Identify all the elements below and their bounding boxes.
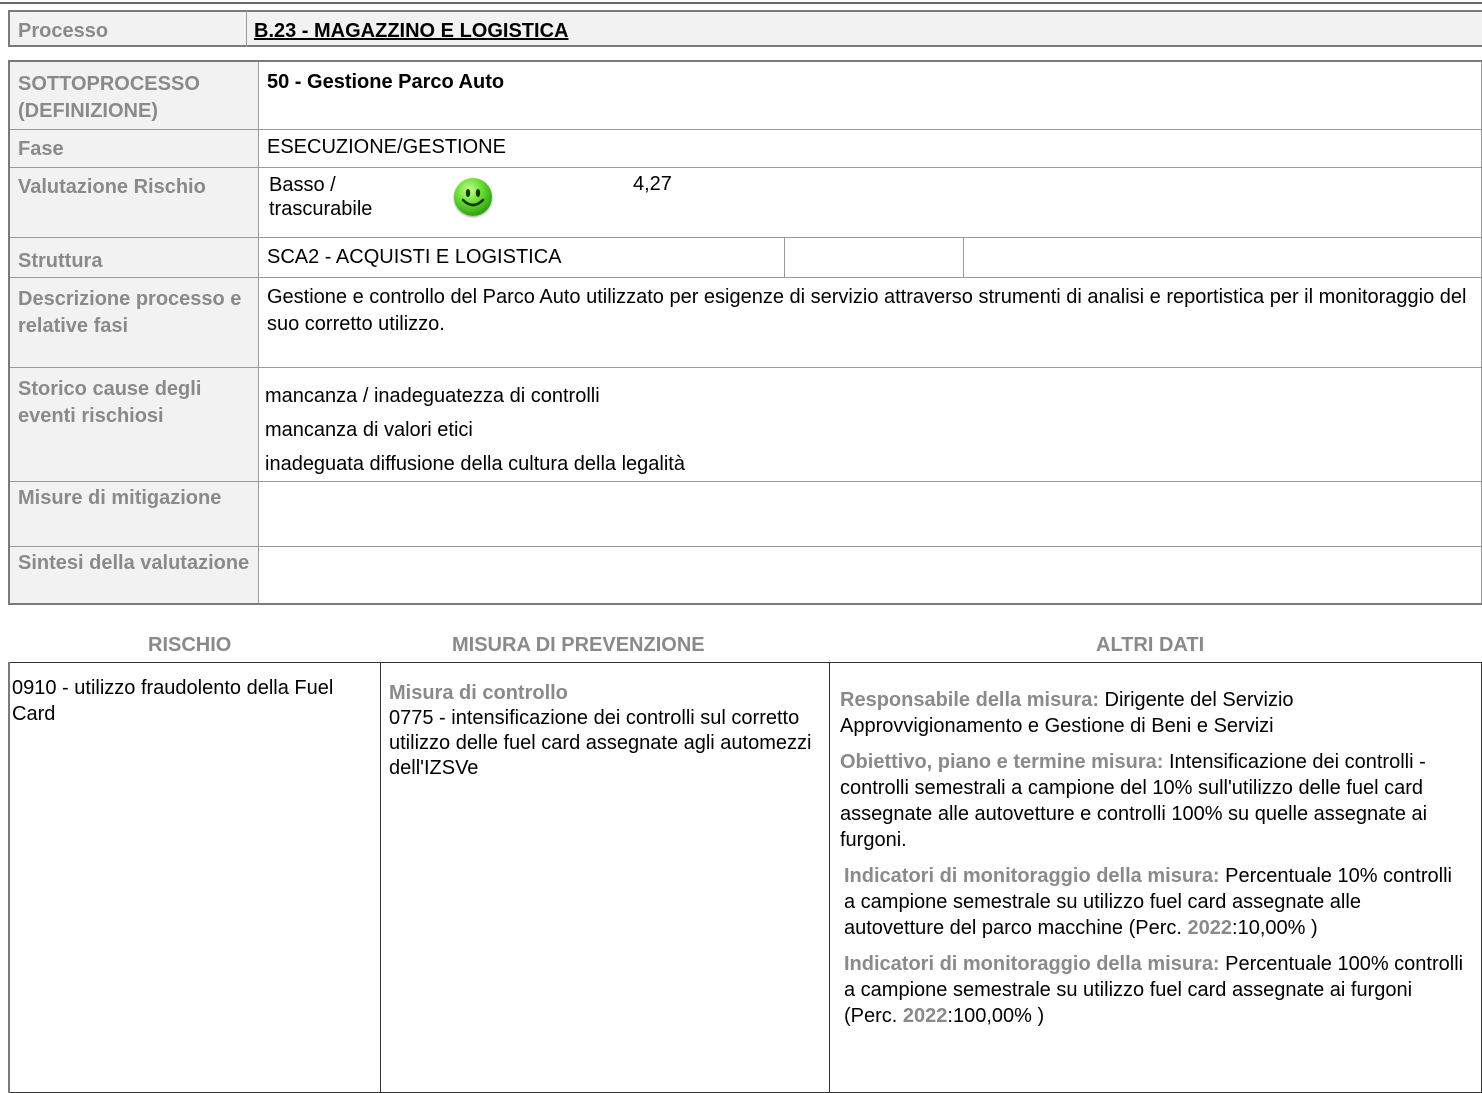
indicatore-block: Indicatori di monitoraggio della misura:… [840, 951, 1465, 1029]
storico-item: mancanza di valori etici [265, 418, 473, 441]
process-details-table: SOTTOPROCESSO (DEFINIZIONE) 50 - Gestion… [8, 60, 1482, 605]
header-misura: MISURA DI PREVENZIONE [452, 634, 705, 656]
indicatore-block: Indicatori di monitoraggio della misura:… [840, 863, 1465, 941]
indicatore-label: Indicatori di monitoraggio della misura: [844, 953, 1220, 975]
struttura-empty-cell-1 [784, 236, 964, 278]
misura-testo: 0775 - intensificazione dei controlli su… [389, 707, 812, 779]
indicatore-label: Indicatori di monitoraggio della misura: [844, 865, 1220, 887]
rischio-text: 0910 - utilizzo fraudolento della Fuel C… [12, 677, 334, 725]
misura-tipo: Misura di controllo [389, 682, 568, 704]
storico-item: mancanza / inadeguatezza di controlli [265, 384, 600, 407]
fase-label: Fase [8, 128, 259, 168]
sottoprocesso-value: 50 - Gestione Parco Auto [267, 71, 505, 93]
smiley-green-icon [454, 177, 492, 216]
indicatore-year: 2022 [902, 1005, 948, 1027]
measures-header-row: RISCHIO MISURA DI PREVENZIONE ALTRI DATI [0, 627, 1482, 662]
responsabile-label: Responsabile della misura: [840, 689, 1099, 711]
sintesi-label: Sintesi della valutazione [8, 545, 259, 605]
storico-label: Storico cause degli eventi rischiosi [8, 366, 259, 482]
misure-label: Misure di mitigazione [8, 480, 259, 547]
fase-value: ESECUZIONE/GESTIONE [267, 135, 506, 158]
rischio-cell: 0910 - utilizzo fraudolento della Fuel C… [8, 662, 381, 1093]
header-rischio: RISCHIO [148, 634, 232, 656]
altri-dati-cell: Responsabile della misura: Dirigente del… [829, 662, 1482, 1093]
header-altri-dati: ALTRI DATI [1096, 634, 1205, 656]
process-divider [246, 10, 247, 47]
measures-table: 0910 - utilizzo fraudolento della Fuel C… [8, 662, 1482, 1093]
indicatore-year: 2022 [1187, 917, 1233, 939]
struttura-empty-cell-2 [963, 236, 1482, 278]
struttura-label: Struttura [8, 236, 259, 278]
obiettivo-label: Obiettivo, piano e termine misura: [840, 751, 1164, 773]
misura-cell: Misura di controllo 0775 - intensificazi… [380, 662, 830, 1093]
sintesi-value [258, 545, 1482, 605]
indicatore-value: :10,00% ) [1232, 917, 1318, 939]
risk-level: Basso / trascurabile [269, 173, 373, 220]
process-bar [8, 10, 1482, 47]
descrizione-label: Descrizione processo e relative fasi [8, 276, 259, 368]
valutazione-label: Valutazione Rischio [8, 166, 259, 238]
responsabile-block: Responsabile della misura: Dirigente del… [840, 687, 1465, 739]
process-link[interactable]: B.23 - MAGAZZINO E LOGISTICA [254, 20, 568, 43]
process-label: Processo [18, 20, 109, 42]
storico-item: inadeguata diffusione della cultura dell… [265, 452, 685, 475]
misure-value [258, 480, 1482, 547]
sottoprocesso-label: SOTTOPROCESSO (DEFINIZIONE) [8, 60, 259, 130]
descrizione-value: Gestione e controllo del Parco Auto util… [267, 285, 1467, 335]
indicatore-value: :100,00% ) [947, 1005, 1045, 1027]
struttura-value: SCA2 - ACQUISTI E LOGISTICA [267, 245, 562, 268]
top-rule [0, 2, 1482, 4]
obiettivo-block: Obiettivo, piano e termine misura: Inten… [840, 749, 1465, 853]
risk-score: 4,27 [633, 172, 672, 195]
